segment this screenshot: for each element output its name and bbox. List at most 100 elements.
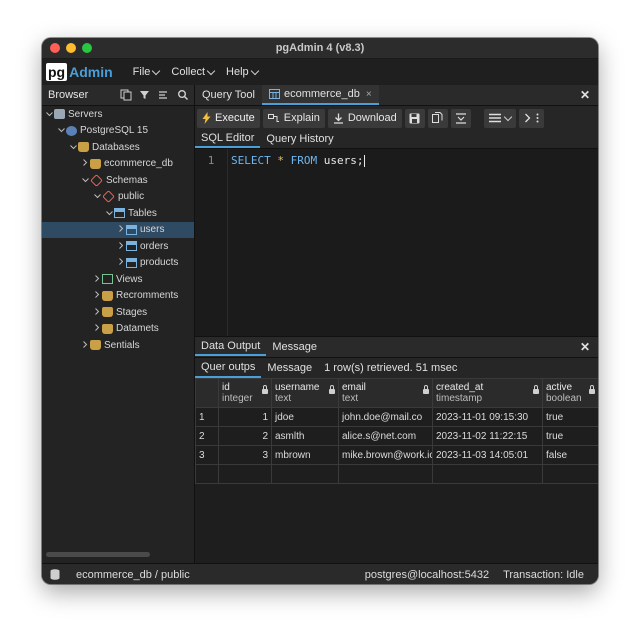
execute-button[interactable]: Execute <box>197 108 260 128</box>
row-number[interactable]: 2 <box>195 426 219 446</box>
grid-cell[interactable]: 2023-11-01 09:15:30 <box>432 407 543 427</box>
grid-body: 1 1 jdoe john.doe@mail.co 2023-11-01 09:15:3… <box>195 407 598 484</box>
tree-item-tables[interactable]: Tables <box>42 205 194 222</box>
menu-help[interactable]: Help <box>226 66 259 78</box>
grid-cell[interactable]: 2023-11-02 11:22:15 <box>432 426 543 446</box>
lock-icon <box>262 385 268 394</box>
save-button[interactable] <box>404 108 425 128</box>
column-header-email[interactable]: email text <box>338 378 433 408</box>
grid-cell[interactable]: alice.s@net.com <box>338 426 433 446</box>
close-results-icon[interactable]: ✕ <box>580 340 590 354</box>
grid-cell[interactable]: mike.brown@work.ic <box>338 445 433 465</box>
filter-icon[interactable] <box>137 87 153 103</box>
tab-bar: Query Tool ecommerce_db × ✕ <box>195 85 598 106</box>
grid-cell[interactable]: false <box>542 445 598 465</box>
tab-ecommerce-db[interactable]: ecommerce_db × <box>262 85 379 105</box>
download-button[interactable]: Download <box>327 108 402 128</box>
tab-query-history[interactable]: Query History <box>260 130 339 148</box>
chevron-right-icon[interactable] <box>80 340 90 350</box>
tree-item-sentials[interactable]: Sentials <box>42 337 194 354</box>
grid-cell[interactable]: 3 <box>218 445 272 465</box>
tree-item-datamets[interactable]: Datamets <box>42 321 194 338</box>
table-row[interactable]: 1 1 jdoe john.doe@mail.co 2023-11-01 09:15:3… <box>195 407 598 427</box>
chevron-down-icon[interactable] <box>104 209 114 218</box>
sql-code[interactable]: SELECT * FROM users; <box>228 149 365 336</box>
grid-cell[interactable]: mbrown <box>271 445 339 465</box>
close-tab-icon[interactable]: × <box>366 89 372 100</box>
tree-item-orders[interactable]: orders <box>42 238 194 255</box>
grid-cell[interactable]: asmlth <box>271 426 339 446</box>
tree-item-schemas[interactable]: Schemas <box>42 172 194 189</box>
copy-button[interactable] <box>427 108 448 128</box>
object-explorer-icon[interactable] <box>118 87 134 103</box>
row-number[interactable]: 1 <box>195 407 219 427</box>
close-panel-icon[interactable]: ✕ <box>580 88 590 102</box>
chevron-down-icon <box>503 112 512 121</box>
column-header-username[interactable]: username text <box>271 378 339 408</box>
maximize-window-button[interactable] <box>82 43 92 53</box>
menu-file[interactable]: File <box>133 66 161 78</box>
table-row[interactable]: 2 2 asmlth alice.s@net.com 2023-11-02 11:22:… <box>195 426 598 446</box>
minimize-window-button[interactable] <box>66 43 76 53</box>
sql-editor[interactable]: 1 SELECT * FROM users; <box>195 149 598 336</box>
tree-item-products[interactable]: products <box>42 255 194 272</box>
close-window-button[interactable] <box>50 43 60 53</box>
main-menu: File Collect Help <box>133 66 259 78</box>
tab-messages[interactable]: Message <box>266 338 323 356</box>
table-row[interactable]: 3 3 mbrown mike.brown@work.ic 2023-11-03 14:… <box>195 445 598 465</box>
table-icon <box>126 257 137 268</box>
tree-item-views[interactable]: Views <box>42 271 194 288</box>
properties-icon[interactable] <box>156 87 172 103</box>
tree-item-recromments[interactable]: Recromments <box>42 288 194 305</box>
tab-data-output[interactable]: Data Output <box>195 338 267 356</box>
chevron-down-icon[interactable] <box>56 126 66 135</box>
column-header-active[interactable]: active boolean <box>542 378 598 408</box>
more-button[interactable] <box>518 108 544 128</box>
grid-cell[interactable]: 1 <box>218 407 272 427</box>
browser-scrollbar[interactable] <box>46 552 150 557</box>
column-header-id[interactable]: id integer <box>218 378 272 408</box>
column-header-created-at[interactable]: created_at timestamp <box>432 378 543 408</box>
empty-cell <box>542 464 598 484</box>
tab-query-outputs[interactable]: Quer outps <box>195 358 262 378</box>
window-controls <box>50 43 92 53</box>
menu-collect[interactable]: Collect <box>171 66 216 78</box>
tab-result-message[interactable]: Message <box>261 358 318 378</box>
grid-cell[interactable]: jdoe <box>271 407 339 427</box>
chevron-right-icon[interactable] <box>92 291 102 300</box>
menu-bar: pg Admin File Collect Help <box>42 59 598 85</box>
tab-query-tool[interactable]: Query Tool <box>195 85 262 105</box>
chevron-down-icon <box>250 66 259 75</box>
chevron-right-icon[interactable] <box>116 258 126 267</box>
row-number-header <box>195 378 219 408</box>
row-number[interactable]: 3 <box>195 445 219 465</box>
chevron-down-icon <box>206 66 216 75</box>
chevron-right-icon[interactable] <box>80 159 90 168</box>
format-sql-button[interactable] <box>450 108 471 128</box>
chevron-down-icon[interactable] <box>92 192 102 201</box>
tree-item-ecommerce-db[interactable]: ecommerce_db <box>42 156 194 173</box>
chevron-down-icon[interactable] <box>68 143 78 152</box>
chevron-right-icon[interactable] <box>116 241 126 251</box>
chevron-right-icon[interactable] <box>92 274 102 284</box>
grid-cell[interactable]: john.doe@mail.co <box>338 407 433 427</box>
tree-item-users[interactable]: users <box>42 221 194 238</box>
search-icon[interactable] <box>175 87 191 103</box>
explain-button[interactable]: Explain <box>262 108 325 128</box>
tree-item-public[interactable]: public <box>42 189 194 206</box>
chevron-down-icon[interactable] <box>44 110 54 119</box>
chevron-down-icon[interactable] <box>80 176 90 185</box>
tree-item-databases[interactable]: Databases <box>42 139 194 156</box>
chevron-right-icon[interactable] <box>92 307 102 317</box>
grid-cell[interactable]: true <box>542 426 598 446</box>
chevron-right-icon[interactable] <box>116 225 126 234</box>
tree-item-servers[interactable]: Servers <box>42 106 194 123</box>
tab-sql-editor[interactable]: SQL Editor <box>195 130 261 148</box>
grid-cell[interactable]: true <box>542 407 598 427</box>
grid-cell[interactable]: 2023-11-03 14:05:01 <box>432 445 543 465</box>
chevron-right-icon[interactable] <box>92 324 102 333</box>
limit-dropdown[interactable] <box>483 108 516 128</box>
tree-item-postgresql-15[interactable]: PostgreSQL 15 <box>42 123 194 140</box>
grid-cell[interactable]: 2 <box>218 426 272 446</box>
tree-item-stages[interactable]: Stages <box>42 304 194 321</box>
